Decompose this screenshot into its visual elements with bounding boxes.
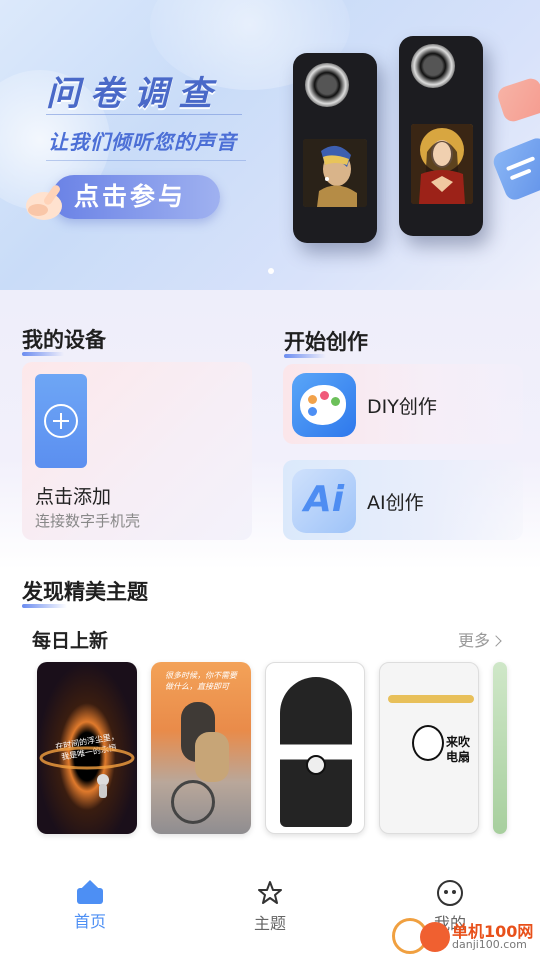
banner-divider <box>46 114 242 115</box>
watermark-logo-icon <box>420 922 450 952</box>
case-display <box>303 139 367 207</box>
star-icon <box>258 881 282 904</box>
chevron-right-icon <box>490 635 502 647</box>
title-underline <box>284 354 326 358</box>
madonna-painting <box>411 124 473 204</box>
nav-home[interactable]: 首页 <box>50 880 130 932</box>
message-bubble-icon <box>490 135 540 203</box>
add-device-subtitle: 连接数字手机壳 <box>35 512 141 530</box>
manga-girl-art <box>280 677 352 827</box>
more-label: 更多 <box>458 631 491 650</box>
theme-card[interactable]: 来吹 电扇 <box>379 662 479 834</box>
wheelchair-wheel <box>171 780 215 824</box>
diy-create-button[interactable]: DIY创作 <box>283 364 523 444</box>
plus-icon <box>44 404 78 438</box>
theme-card-caption: 很多时候，你不需要 做什么，直接即可 <box>165 671 237 691</box>
black-hole-art <box>39 746 135 798</box>
banner-subtitle: 让我们倾听您的声音 <box>48 130 237 154</box>
theme-card[interactable] <box>265 662 365 834</box>
person-figure <box>195 732 229 782</box>
banner-divider <box>46 160 246 161</box>
my-devices-title: 我的设备 <box>22 324 106 356</box>
phone-case-image <box>399 36 483 236</box>
banner-title: 问卷调查 <box>46 74 222 114</box>
cartoon-face-art <box>412 725 444 761</box>
more-link[interactable]: 更多 <box>458 627 502 651</box>
ai-create-button[interactable]: Ai AI创作 <box>283 460 523 540</box>
watermark-url: danji100.com <box>452 938 527 951</box>
skull-icon <box>306 755 326 775</box>
camera-icon <box>411 44 455 88</box>
ai-create-label: AI创作 <box>367 492 424 514</box>
diy-create-label: DIY创作 <box>367 396 437 418</box>
discover-themes-title-text: 发现精美主题 <box>22 580 148 604</box>
camera-icon <box>305 63 349 107</box>
home-icon <box>77 880 103 904</box>
daily-new-title: 每日上新 <box>32 630 109 652</box>
nav-theme[interactable]: 主题 <box>230 880 310 934</box>
carousel-indicator <box>268 268 274 274</box>
phone-case-image <box>293 53 377 243</box>
theme-card-caption: 来吹 电扇 <box>446 735 471 764</box>
start-creating-title-text: 开始创作 <box>284 330 368 354</box>
ai-icon: Ai <box>292 469 356 533</box>
device-placeholder <box>35 374 87 468</box>
ai-icon-text: Ai <box>303 479 345 520</box>
theme-card[interactable]: 很多时候，你不需要 做什么，直接即可 <box>151 662 251 834</box>
add-device-label: 点击添加 <box>35 486 112 508</box>
theme-card[interactable]: 在时间的浮尘里， 我是唯一的永恒 <box>37 662 137 834</box>
pointing-hand-icon <box>26 185 62 220</box>
profile-face-icon <box>437 880 463 906</box>
theme-card[interactable] <box>493 662 507 834</box>
case-display <box>411 124 473 204</box>
palette-icon <box>292 373 356 437</box>
participate-button[interactable]: 点击参与 <box>52 175 220 219</box>
start-creating-title: 开始创作 <box>284 326 368 358</box>
nav-home-label: 首页 <box>73 912 106 931</box>
my-devices-title-text: 我的设备 <box>22 328 106 352</box>
title-underline <box>22 352 64 356</box>
title-underline <box>22 604 68 608</box>
discover-themes-title: 发现精美主题 <box>22 576 148 608</box>
survey-banner[interactable]: 问卷调查 让我们倾听您的声音 点击参与 <box>0 0 540 290</box>
site-watermark: 单机100网 danji100.com <box>392 916 540 956</box>
add-device-card[interactable]: 点击添加 连接数字手机壳 <box>22 362 252 540</box>
nav-theme-label: 主题 <box>253 914 286 933</box>
ceiling-fan-art <box>388 695 474 703</box>
chat-bubble-icon <box>495 76 540 124</box>
pearl-earring-painting <box>303 139 367 207</box>
